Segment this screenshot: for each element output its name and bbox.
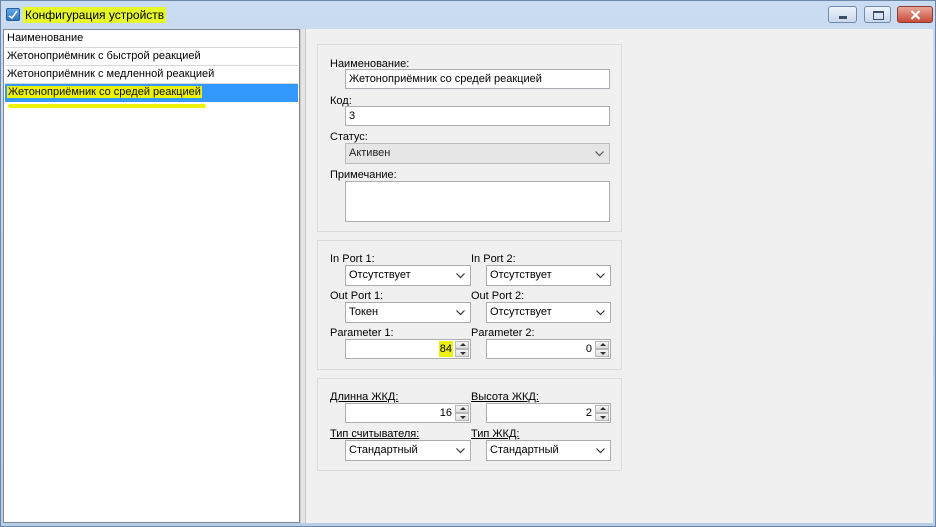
lcd-type-label: Тип ЖКД: (471, 428, 520, 440)
window-title: Конфигурация устройств (23, 7, 167, 23)
out-port1-select[interactable]: Токен (345, 302, 471, 323)
reader-type-label: Тип считывателя: (330, 428, 420, 440)
chevron-down-icon (456, 448, 465, 454)
lcd-height-label: Высота ЖКД: (471, 391, 539, 403)
spin-up-button[interactable] (455, 405, 469, 413)
out-port2-value: Отсутствует (490, 306, 552, 318)
status-select[interactable]: Активен (345, 143, 610, 164)
note-label: Примечание: (330, 169, 397, 181)
code-field[interactable]: 3 (345, 106, 610, 126)
status-value: Активен (349, 147, 391, 159)
list-item[interactable]: Жетоноприёмник с быстрой реакцией (5, 48, 298, 66)
list-item[interactable]: Жетоноприёмник с медленной реакцией (5, 66, 298, 84)
close-icon (910, 10, 921, 20)
lcd-length-value: 16 (439, 407, 452, 419)
lcd-height-spinner[interactable]: 2 (486, 403, 611, 423)
in-port2-label: In Port 2: (471, 253, 516, 265)
reader-type-select[interactable]: Стандартный (345, 440, 471, 461)
maximize-button[interactable] (864, 6, 891, 23)
spin-down-button[interactable] (455, 349, 469, 357)
in-port2-value: Отсутствует (490, 269, 552, 281)
lcd-length-spinner[interactable]: 16 (345, 403, 471, 423)
chevron-down-icon (595, 151, 604, 157)
name-field[interactable]: Жетоноприёмник со средей реакцией (345, 69, 610, 89)
lcd-height-value: 2 (585, 407, 592, 419)
spin-up-button[interactable] (455, 341, 469, 349)
display-group: Длинна ЖКД: 16 Высота ЖКД: 2 Тип считыва… (317, 378, 622, 471)
out-port1-label: Out Port 1: (330, 290, 384, 302)
out-port2-select[interactable]: Отсутствует (486, 302, 611, 323)
in-port1-select[interactable]: Отсутствует (345, 265, 471, 286)
list-item-selected[interactable]: Жетоноприёмник со средей реакцией (5, 84, 298, 108)
param1-spinner[interactable]: 84 (345, 339, 471, 359)
out-port1-value: Токен (349, 306, 379, 318)
lcd-type-select[interactable]: Стандартный (486, 440, 611, 461)
param1-label: Parameter 1: (330, 327, 394, 339)
device-list[interactable]: Наименование Жетоноприёмник с быстрой ре… (3, 29, 300, 523)
lcd-length-label: Длинна ЖКД: (330, 391, 399, 403)
param1-value: 84 (438, 341, 453, 357)
config-app-icon (6, 8, 20, 21)
title-bar[interactable]: Конфигурация устройств (1, 1, 935, 29)
general-group: Наименование: Жетоноприёмник со средей р… (317, 44, 622, 232)
in-port1-label: In Port 1: (330, 253, 375, 265)
lcd-type-value: Стандартный (490, 444, 559, 456)
chevron-down-icon (596, 310, 605, 316)
param2-value: 0 (585, 343, 592, 355)
note-field[interactable] (345, 181, 610, 222)
out-port2-label: Out Port 2: (471, 290, 525, 302)
spin-down-button[interactable] (595, 413, 609, 421)
list-item-label: Жетоноприёмник с быстрой реакцией (7, 50, 201, 62)
chevron-down-icon (596, 448, 605, 454)
chevron-down-icon (456, 273, 465, 279)
param2-label: Parameter 2: (471, 327, 535, 339)
spin-down-button[interactable] (455, 413, 469, 421)
chevron-down-icon (596, 273, 605, 279)
in-port2-select[interactable]: Отсутствует (486, 265, 611, 286)
ports-group: In Port 1: Отсутствует In Port 2: Отсутс… (317, 240, 622, 370)
spin-up-button[interactable] (595, 405, 609, 413)
spin-up-button[interactable] (595, 341, 609, 349)
splitter[interactable] (300, 29, 306, 523)
in-port1-value: Отсутствует (349, 269, 411, 281)
param2-spinner[interactable]: 0 (486, 339, 611, 359)
device-config-window: Конфигурация устройств Наименование Жето… (0, 0, 936, 527)
list-item-label: Жетоноприёмник с медленной реакцией (7, 68, 215, 80)
reader-type-value: Стандартный (349, 444, 418, 456)
list-header[interactable]: Наименование (5, 30, 298, 48)
client-area: Наименование Жетоноприёмник с быстрой ре… (3, 29, 933, 523)
close-button[interactable] (897, 6, 933, 23)
list-header-label: Наименование (7, 32, 84, 44)
minimize-button[interactable] (828, 6, 857, 23)
chevron-down-icon (456, 310, 465, 316)
status-label: Статус: (330, 131, 368, 143)
list-item-label: Жетоноприёмник со средей реакцией (7, 86, 202, 98)
spin-down-button[interactable] (595, 349, 609, 357)
